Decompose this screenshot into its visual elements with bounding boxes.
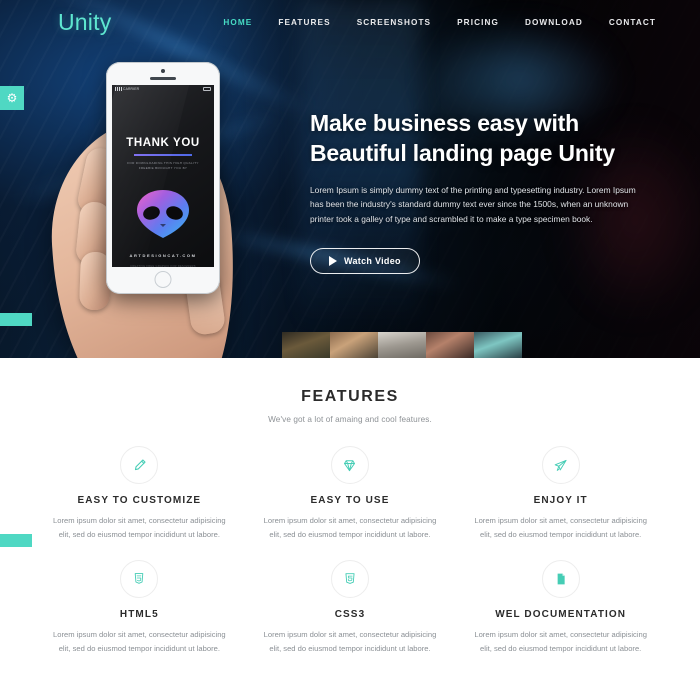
alien-head-icon — [134, 189, 192, 239]
phone-home-button — [154, 271, 172, 288]
hero-paragraph: Lorem Ipsum is simply dummy text of the … — [310, 184, 636, 224]
phone-screen-divider — [134, 154, 192, 156]
battery-icon — [203, 87, 211, 91]
nav-item-home[interactable]: HOME — [223, 18, 252, 27]
strip-thumb[interactable] — [426, 332, 474, 358]
signal-bars-icon — [115, 87, 122, 91]
nav-links: HOME FEATURES SCREENSHOTS PRICING DOWNLO… — [223, 18, 656, 27]
document-icon — [541, 560, 580, 599]
css3-icon — [330, 560, 369, 599]
features-subtitle: We've got a lot of amaing and cool featu… — [268, 415, 432, 424]
feature-text: Lorem ipsum dolor sit amet, consectetur … — [53, 516, 226, 540]
features-grid: EASY TO CUSTOMIZE Lorem ipsum dolor sit … — [0, 446, 700, 656]
hero-section: Unity HOME FEATURES SCREENSHOTS PRICING … — [0, 0, 700, 358]
phone-speaker — [150, 77, 176, 80]
feature-title: WEL DOCUMENTATION — [495, 609, 627, 621]
phone-mockup: CARRIER THANK YOU FOR DOWNLOADING THIS H… — [43, 62, 246, 358]
feature-card-easy-to-use: EASY TO USE Lorem ipsum dolor sit amet, … — [253, 446, 448, 542]
watch-video-label: Watch Video — [344, 256, 401, 267]
nav-item-contact[interactable]: CONTACT — [609, 18, 656, 27]
strip-thumb[interactable] — [282, 332, 330, 358]
feature-card-wel-documentation: WEL DOCUMENTATION Lorem ipsum dolor sit … — [463, 560, 658, 656]
carrier-label: CARRIER — [115, 87, 139, 91]
site-logo[interactable]: Unity — [58, 9, 111, 36]
html5-icon — [120, 560, 159, 599]
phone-screen-footer: CREATIVE FREE GRAPHIC FOR DESIGNERS AND … — [130, 265, 196, 267]
edge-tab-2[interactable] — [0, 534, 32, 547]
settings-button[interactable]: ⚙ — [0, 86, 24, 110]
screenshot-strip — [282, 332, 522, 358]
feature-text: Lorem ipsum dolor sit amet, consectetur … — [53, 630, 226, 654]
diamond-icon — [330, 446, 369, 484]
features-title: FEATURES — [301, 388, 399, 405]
feature-card-html5: HTML5 Lorem ipsum dolor sit amet, consec… — [42, 560, 237, 656]
feature-text: Lorem ipsum dolor sit amet, consectetur … — [474, 516, 647, 540]
landing-page: Unity HOME FEATURES SCREENSHOTS PRICING … — [0, 0, 700, 700]
features-section: FEATURES We've got a lot of amaing and c… — [0, 358, 700, 700]
paper-plane-icon — [541, 446, 580, 484]
hero-heading-line-1: Make business easy with — [310, 110, 579, 136]
phone-status-bar: CARRIER — [112, 85, 214, 93]
strip-thumb[interactable] — [330, 332, 378, 358]
hero-heading: Make business easy with Beautiful landin… — [310, 108, 660, 169]
nav-item-screenshots[interactable]: SCREENSHOTS — [357, 18, 431, 27]
hero-content: Make business easy with Beautiful landin… — [310, 108, 660, 275]
phone-screen-url: ARTDESIGNCAT.COM — [129, 253, 197, 258]
feature-text: Lorem ipsum dolor sit amet, consectetur … — [263, 516, 437, 540]
watch-video-button[interactable]: Watch Video — [310, 248, 420, 275]
feature-title: HTML5 — [119, 609, 159, 621]
feature-title: EASY TO CUSTOMIZE — [77, 495, 202, 506]
phone-screen-subtitle: FOR DOWNLOADING THIS HIGH QUALITY FREEBI… — [127, 161, 199, 171]
nav-item-pricing[interactable]: PRICING — [457, 18, 499, 27]
nav-item-download[interactable]: DOWNLOAD — [525, 18, 583, 27]
phone-screen: CARRIER THANK YOU FOR DOWNLOADING THIS H… — [112, 85, 214, 267]
feature-text: Lorem ipsum dolor sit amet, consectetur … — [263, 630, 437, 654]
nav-item-features[interactable]: FEATURES — [278, 18, 330, 27]
hero-heading-line-2: Beautiful landing page Unity — [310, 140, 615, 167]
edge-tab-1[interactable] — [0, 313, 32, 326]
strip-thumb[interactable] — [378, 332, 426, 358]
main-navigation: Unity HOME FEATURES SCREENSHOTS PRICING … — [0, 0, 700, 44]
phone-device: CARRIER THANK YOU FOR DOWNLOADING THIS H… — [106, 62, 220, 294]
pencil-icon — [120, 446, 159, 484]
feature-title: CSS3 — [334, 609, 366, 621]
play-triangle-icon — [329, 256, 337, 267]
feature-title: ENJOY IT — [533, 495, 588, 506]
feature-card-css3: CSS3 Lorem ipsum dolor sit amet, consect… — [253, 560, 448, 656]
phone-camera-icon — [161, 69, 165, 73]
phone-screen-title: THANK YOU — [126, 137, 200, 149]
feature-card-enjoy-it: ENJOY IT Lorem ipsum dolor sit amet, con… — [463, 446, 658, 542]
gear-icon: ⚙ — [6, 91, 18, 105]
strip-thumb[interactable] — [474, 332, 522, 358]
feature-title: EASY TO USE — [310, 495, 390, 506]
feature-text: Lorem ipsum dolor sit amet, consectetur … — [474, 630, 647, 654]
feature-card-easy-to-customize: EASY TO CUSTOMIZE Lorem ipsum dolor sit … — [42, 446, 237, 542]
